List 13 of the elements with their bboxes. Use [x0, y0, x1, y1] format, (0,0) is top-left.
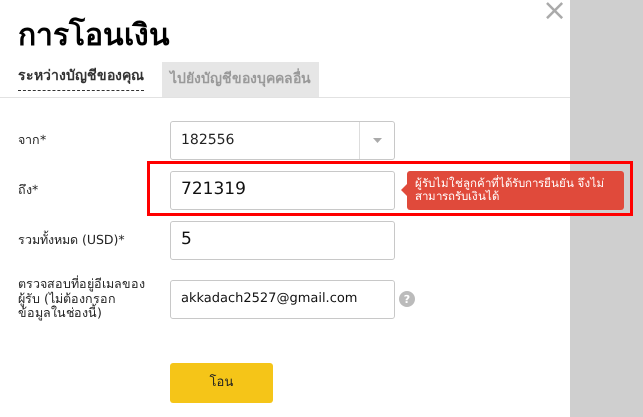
tab[interactable]: ระหว่างบัญชีของคุณ — [18, 68, 144, 91]
account-select[interactable]: 182556 — [170, 120, 395, 160]
field-label: ตรวจสอบที่อยู่อีเมลของผู้รับ (ไม่ต้องกรอกข้อมูลในช่องนี้) — [17, 277, 146, 321]
transfer-button[interactable]: โอน — [170, 363, 273, 403]
field-label: ถึง* — [17, 180, 40, 199]
field-label: จาก* — [17, 130, 48, 149]
error-tooltip: ผู้รับไม่ใช่ลูกค้าที่ได้รับการยืนยัน จึงไม่สามารถรับเงินได้ — [401, 170, 624, 210]
caret-icon — [372, 138, 382, 142]
dialog-title: การโอนเงิน — [18, 16, 170, 55]
input-field[interactable]: 721319 — [170, 170, 395, 210]
input-field[interactable]: 5 — [170, 220, 395, 260]
input-field[interactable]: akkadach2527@gmail.com — [170, 280, 395, 318]
field-label: รวมทั้งหมด (USD)* — [17, 230, 126, 249]
